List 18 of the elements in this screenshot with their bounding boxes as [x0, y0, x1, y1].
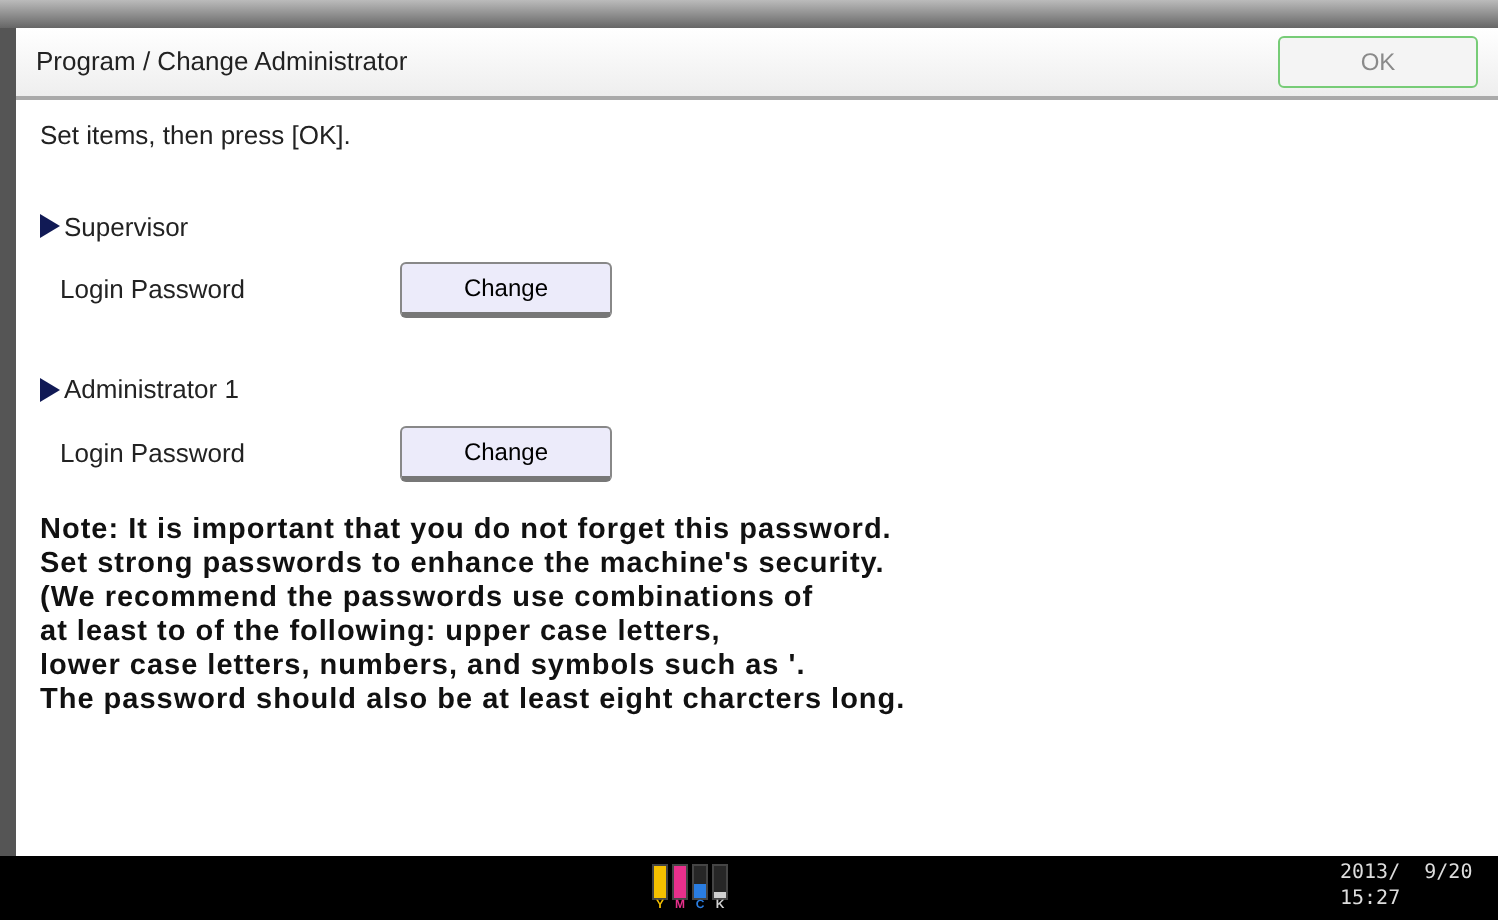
change-button[interactable]: Change: [400, 425, 612, 481]
note-text: lower case letters, numbers, and symbols such as '.: [40, 649, 808, 683]
triangle-icon: [40, 377, 60, 402]
section-heading: Supervisor: [64, 209, 189, 246]
change-button[interactable]: Change: [400, 262, 612, 318]
note-text: (We recommend the passwords use combinations of: [40, 581, 816, 615]
note-text: Note: It is important that you do not forget this password.: [40, 513, 894, 547]
time-text: 15:27: [1340, 886, 1403, 912]
note-text: Set strong passwords to enhance the machine's security.: [40, 547, 887, 581]
window-title: Program / Change Administrator: [36, 44, 408, 81]
date-text: 2013/ 9/20: [1340, 860, 1473, 886]
field-label: Login Password: [58, 435, 247, 472]
field-label: Login Password: [58, 272, 247, 309]
note-text: The password should also be at least eight charcters long.: [40, 683, 908, 717]
triangle-icon: [40, 214, 60, 239]
instruction-text: Set items, then press [OK].: [40, 118, 353, 154]
section-heading: Administrator 1: [64, 372, 239, 408]
note-text: at least to of the following: upper case letters,: [40, 615, 723, 649]
